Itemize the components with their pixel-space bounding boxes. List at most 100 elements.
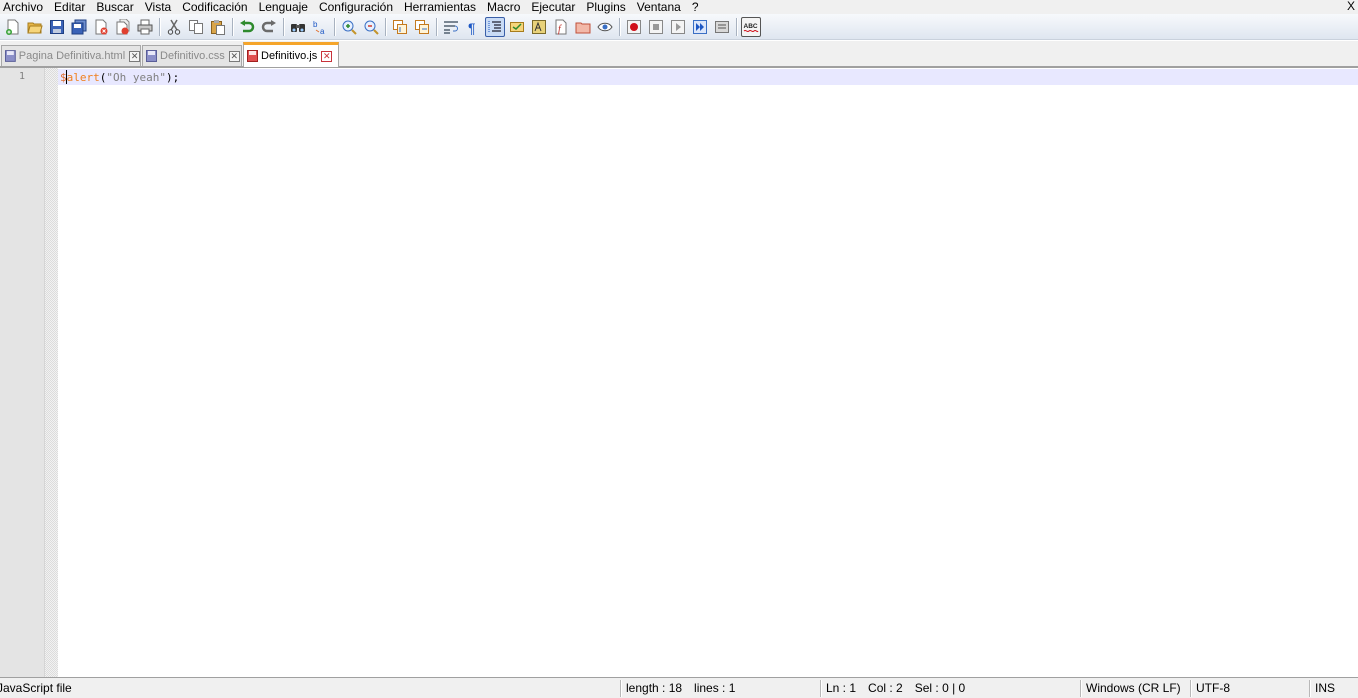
save-macro-icon[interactable] bbox=[712, 17, 732, 37]
run-macro-multiple-icon[interactable] bbox=[690, 17, 710, 37]
tab-label: Pagina Definitiva.html bbox=[18, 50, 126, 62]
toolbar-separator bbox=[619, 17, 620, 36]
current-line-highlight bbox=[58, 69, 1358, 85]
close-icon[interactable] bbox=[91, 17, 111, 37]
spell-check-icon[interactable]: ABC bbox=[741, 16, 761, 37]
document-tab-bar: Pagina Definitiva.html ✕ Definitivo.css … bbox=[0, 41, 1358, 68]
status-divider bbox=[620, 680, 621, 697]
toolbar-separator bbox=[436, 17, 437, 36]
status-bar: JavaScript file length : 18 lines : 1 Ln … bbox=[0, 677, 1358, 698]
code-token-close: ); bbox=[165, 71, 180, 84]
toolbar-separator bbox=[159, 17, 160, 36]
svg-text:¶: ¶ bbox=[468, 20, 476, 35]
status-length-lines: length : 18 lines : 1 bbox=[626, 678, 735, 698]
toolbar: ba ¶ f ABC bbox=[0, 14, 1358, 40]
document-map-icon[interactable] bbox=[529, 17, 549, 37]
tab-label: Definitivo.js bbox=[261, 50, 318, 62]
status-divider bbox=[820, 680, 821, 697]
status-encoding[interactable]: UTF-8 bbox=[1196, 678, 1230, 698]
record-macro-icon[interactable] bbox=[624, 17, 644, 37]
menu-macro[interactable]: Macro bbox=[483, 0, 527, 14]
menu-codificacion[interactable]: Codificación bbox=[178, 0, 254, 14]
status-sel: Sel : 0 | 0 bbox=[914, 681, 966, 695]
monitor-icon[interactable] bbox=[595, 17, 615, 37]
show-all-chars-icon[interactable]: ¶ bbox=[463, 17, 483, 37]
menu-configuracion[interactable]: Configuración bbox=[315, 0, 400, 14]
status-eol[interactable]: Windows (CR LF) bbox=[1086, 678, 1181, 698]
status-divider bbox=[1309, 680, 1310, 697]
word-wrap-icon[interactable] bbox=[441, 17, 461, 37]
new-file-icon[interactable] bbox=[3, 17, 23, 37]
toolbar-separator bbox=[283, 17, 284, 36]
toolbar-separator bbox=[736, 17, 737, 36]
status-ln: Ln : 1 bbox=[826, 681, 857, 695]
status-lines: lines : 1 bbox=[694, 681, 736, 695]
line-number: 1 bbox=[18, 71, 25, 82]
menu-bar: Archivo Editar Buscar Vista Codificación… bbox=[0, 0, 1358, 14]
stop-recording-icon[interactable] bbox=[646, 17, 666, 37]
zoom-in-icon[interactable] bbox=[339, 17, 359, 37]
folder-workspace-icon[interactable] bbox=[573, 17, 593, 37]
line-number-gutter: 1 bbox=[0, 68, 45, 677]
toolbar-separator bbox=[385, 17, 386, 36]
save-icon[interactable] bbox=[47, 17, 67, 37]
tab-pagina-definitiva-html[interactable]: Pagina Definitiva.html ✕ bbox=[1, 45, 141, 66]
close-all-icon[interactable] bbox=[113, 17, 133, 37]
menu-buscar[interactable]: Buscar bbox=[92, 0, 140, 14]
print-icon[interactable] bbox=[135, 17, 155, 37]
find-icon[interactable] bbox=[288, 17, 308, 37]
menu-ventana[interactable]: Ventana bbox=[633, 0, 688, 14]
code-token-string: "Oh yeah" bbox=[106, 71, 166, 84]
fold-margin bbox=[45, 68, 58, 677]
zoom-out-icon[interactable] bbox=[361, 17, 381, 37]
toolbar-separator bbox=[232, 17, 233, 36]
undo-icon[interactable] bbox=[237, 17, 257, 37]
user-language-icon[interactable] bbox=[507, 17, 527, 37]
svg-text:ABC: ABC bbox=[744, 23, 758, 30]
status-col: Col : 2 bbox=[868, 681, 903, 695]
status-position: Ln : 1 Col : 2 Sel : 0 | 0 bbox=[826, 678, 965, 698]
status-insert-mode[interactable]: INS bbox=[1315, 678, 1335, 698]
paste-icon[interactable] bbox=[208, 17, 228, 37]
saved-doc-icon bbox=[146, 50, 157, 62]
status-length: length : 18 bbox=[626, 681, 683, 695]
svg-text:a: a bbox=[320, 27, 325, 35]
status-divider bbox=[1080, 680, 1081, 697]
menu-archivo[interactable]: Archivo bbox=[0, 0, 50, 14]
tab-definitivo-css[interactable]: Definitivo.css ✕ bbox=[142, 45, 242, 66]
menu-editar[interactable]: Editar bbox=[50, 0, 92, 14]
menu-help[interactable]: ? bbox=[688, 0, 706, 14]
indent-guide-icon[interactable] bbox=[485, 16, 505, 37]
close-tab-icon[interactable]: ✕ bbox=[129, 50, 140, 62]
save-all-icon[interactable] bbox=[69, 17, 89, 37]
redo-icon[interactable] bbox=[259, 17, 279, 37]
menu-plugins[interactable]: Plugins bbox=[582, 0, 632, 14]
open-file-icon[interactable] bbox=[25, 17, 45, 37]
saved-doc-icon bbox=[5, 50, 16, 62]
code-editor[interactable]: 1 $alert("Oh yeah"); bbox=[0, 68, 1358, 677]
replace-icon[interactable]: ba bbox=[310, 17, 330, 37]
text-caret bbox=[66, 70, 67, 84]
status-divider bbox=[1190, 680, 1191, 697]
close-tab-icon[interactable]: ✕ bbox=[228, 50, 240, 62]
unsaved-doc-icon bbox=[247, 50, 258, 62]
notepad-plus-plus-window: Archivo Editar Buscar Vista Codificación… bbox=[0, 0, 1358, 698]
sync-horizontal-icon[interactable] bbox=[412, 17, 432, 37]
tab-definitivo-js[interactable]: Definitivo.js ✕ bbox=[243, 42, 339, 67]
menu-ejecutar[interactable]: Ejecutar bbox=[527, 0, 582, 14]
copy-icon[interactable] bbox=[186, 17, 206, 37]
code-token-function: alert bbox=[66, 71, 100, 84]
tab-label: Definitivo.css bbox=[160, 50, 225, 62]
cut-icon[interactable] bbox=[164, 17, 184, 37]
menu-vista[interactable]: Vista bbox=[141, 0, 178, 14]
code-line[interactable]: $alert("Oh yeah"); bbox=[60, 71, 179, 84]
sync-vertical-icon[interactable] bbox=[390, 17, 410, 37]
close-document-button[interactable]: X bbox=[1347, 0, 1355, 13]
playback-macro-icon[interactable] bbox=[668, 17, 688, 37]
toolbar-separator bbox=[334, 17, 335, 36]
menu-lenguaje[interactable]: Lenguaje bbox=[255, 0, 315, 14]
menu-herramientas[interactable]: Herramientas bbox=[400, 0, 483, 14]
function-list-icon[interactable]: f bbox=[551, 17, 571, 37]
svg-text:b: b bbox=[313, 20, 318, 29]
close-tab-icon[interactable]: ✕ bbox=[321, 50, 333, 62]
